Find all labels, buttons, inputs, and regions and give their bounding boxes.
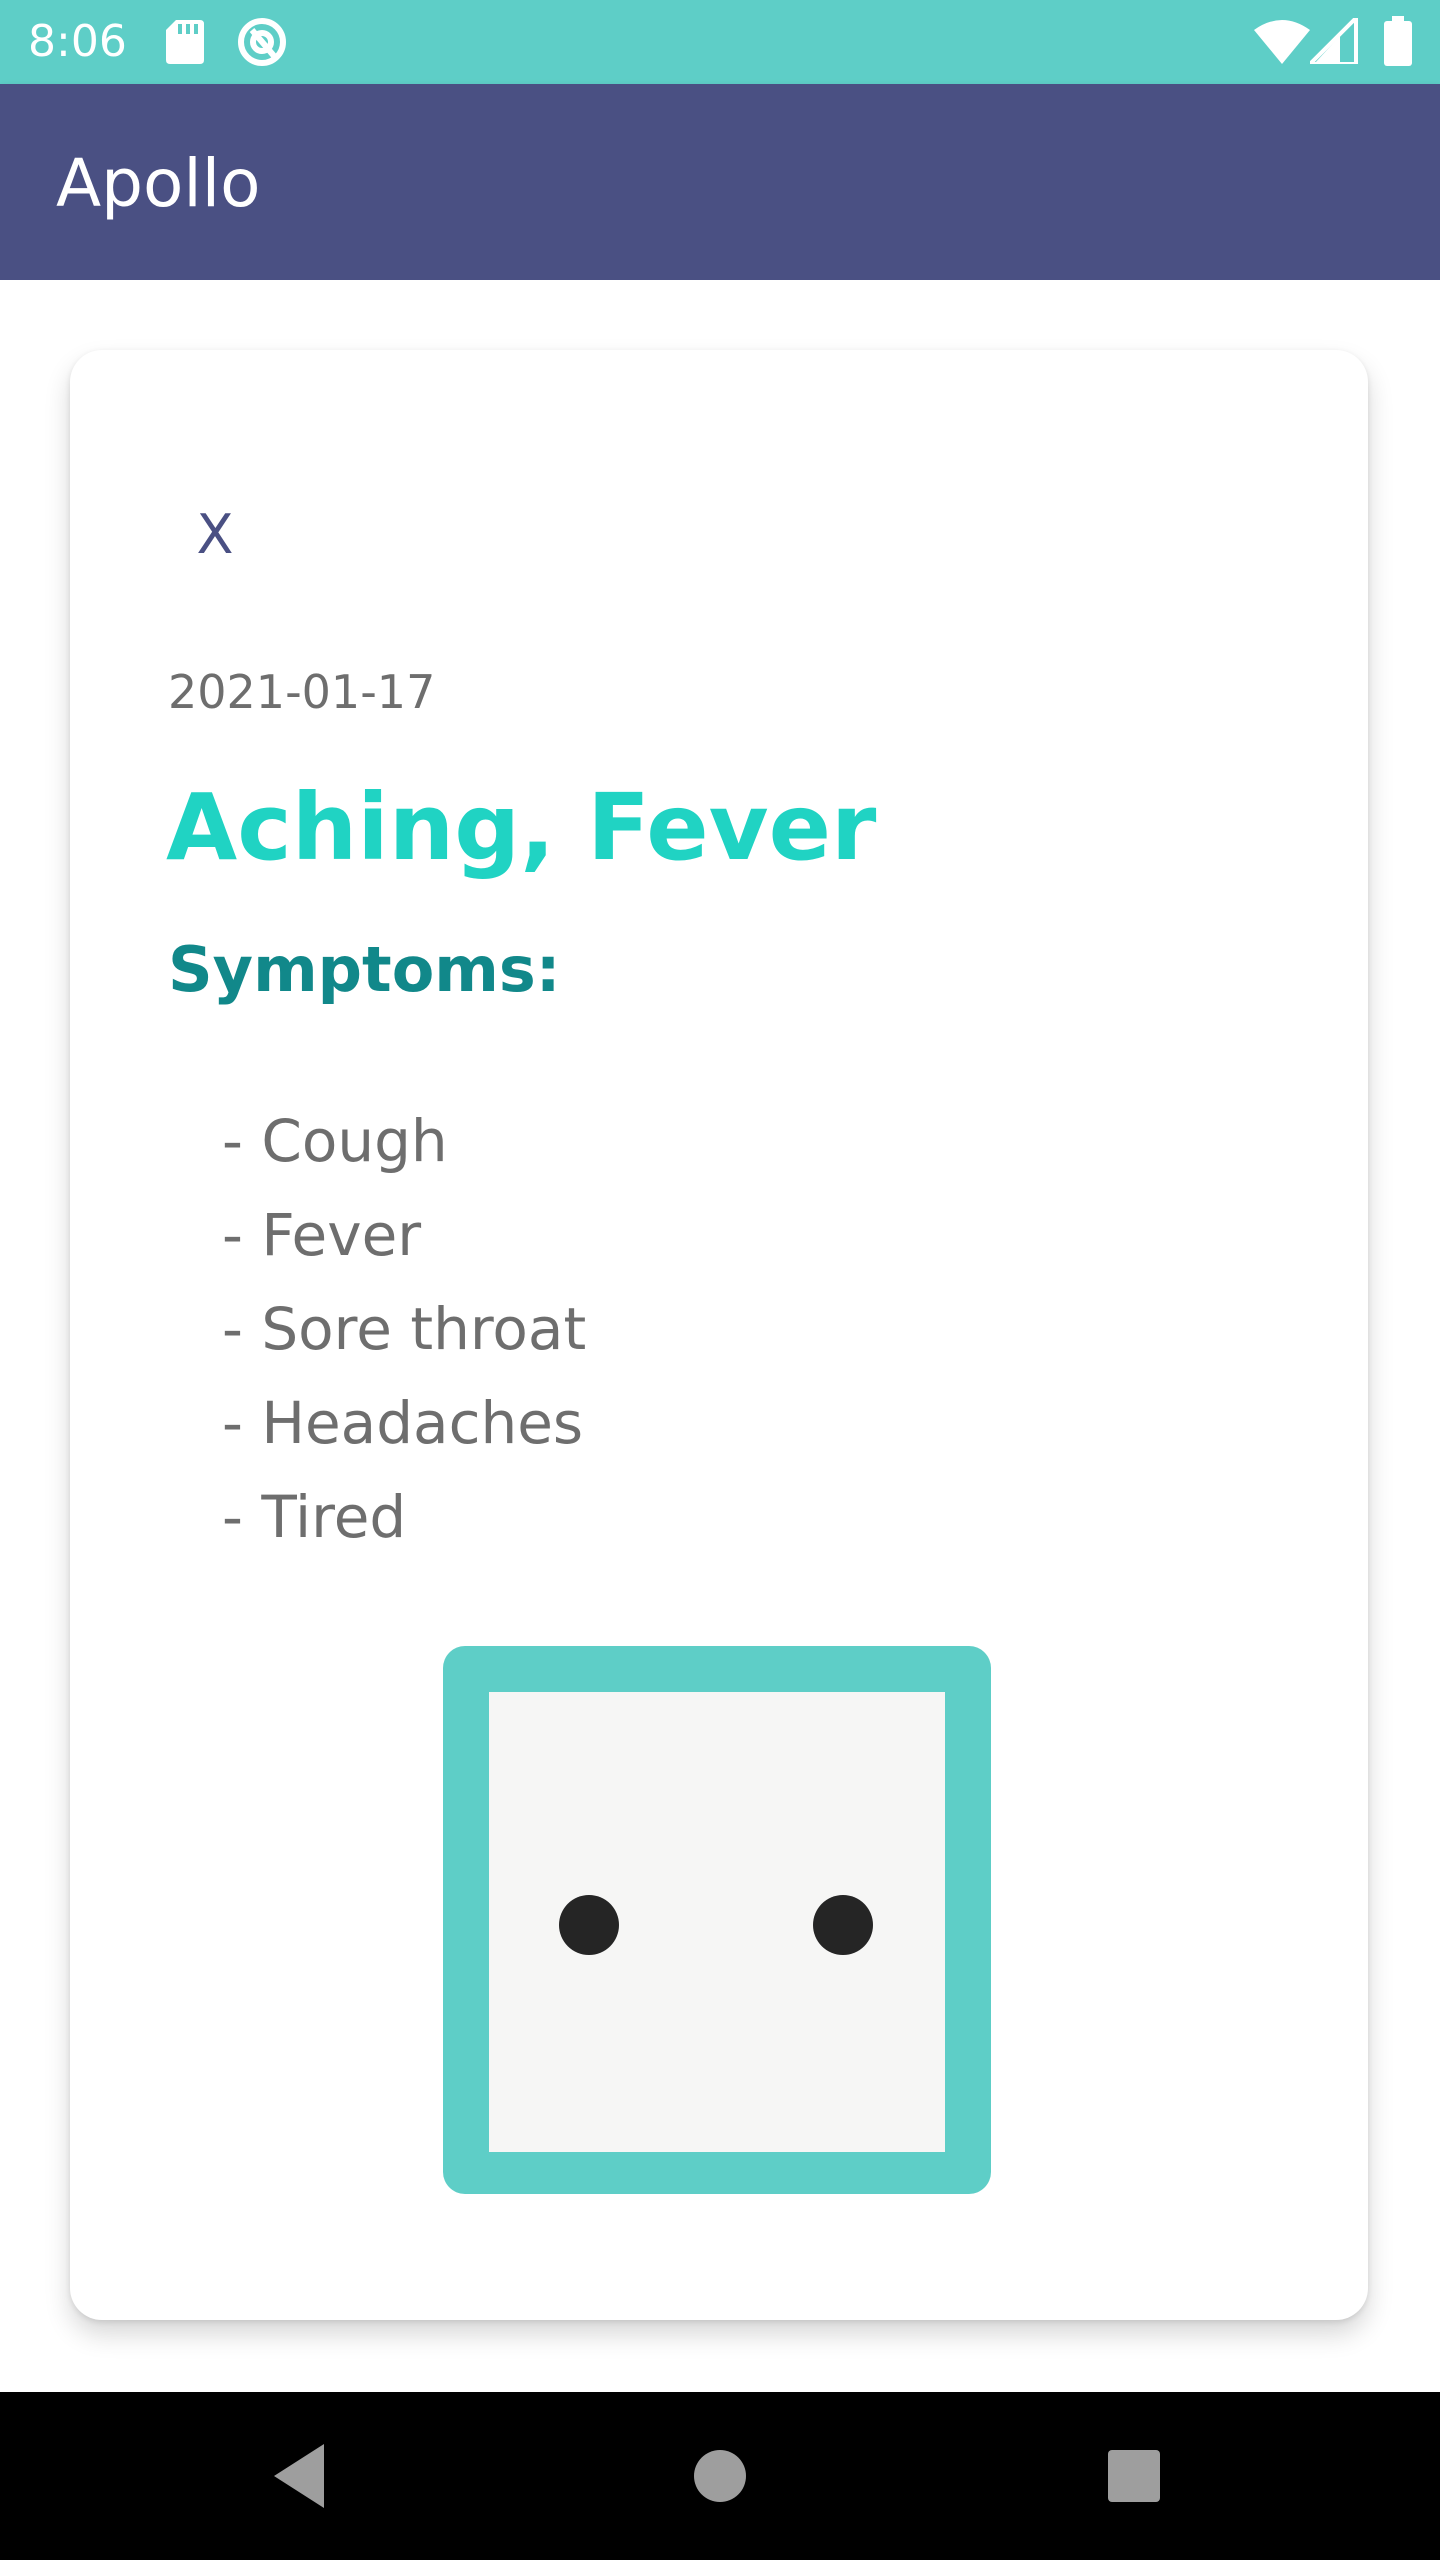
close-button[interactable]: X [170,490,260,580]
back-icon [274,2444,324,2508]
right-eye [813,1895,873,1955]
symptom-item: - Sore throat [222,1295,587,1363]
mood-face-background [489,1692,945,2152]
cell-signal-icon [1305,13,1358,66]
neutral-face-icon [443,1646,991,2194]
recents-icon [1108,2450,1160,2502]
symptom-item: - Tired [222,1483,407,1551]
back-button[interactable] [220,2392,380,2560]
symptom-item: - Fever [222,1201,422,1269]
app-title: Apollo [56,145,261,222]
entry-date: 2021-01-17 [168,665,436,719]
home-icon [694,2450,746,2502]
battery-icon [1384,16,1412,66]
sd-card-icon [166,20,204,64]
diary-entry-card: X 2021-01-17 Aching, Fever Symptoms: - C… [70,350,1368,2320]
app-bar: Apollo [0,84,1440,280]
symptom-item: - Cough [222,1107,448,1175]
content-area: X 2021-01-17 Aching, Fever Symptoms: - C… [0,280,1440,2392]
entry-title: Aching, Fever [166,774,877,881]
status-bar: 8:06 [0,0,1440,84]
status-time: 8:06 [28,16,127,67]
system-nav-bar [0,2392,1440,2560]
symptom-list: - Cough - Fever - Sore throat - Headache… [222,1094,586,1564]
home-button[interactable] [640,2392,800,2560]
symptoms-heading: Symptoms: [168,933,561,1006]
left-eye [559,1895,619,1955]
symptom-item: - Headaches [222,1389,584,1457]
wifi-icon [1254,18,1310,64]
at-sign-icon [236,16,288,68]
recents-button[interactable] [1054,2392,1214,2560]
